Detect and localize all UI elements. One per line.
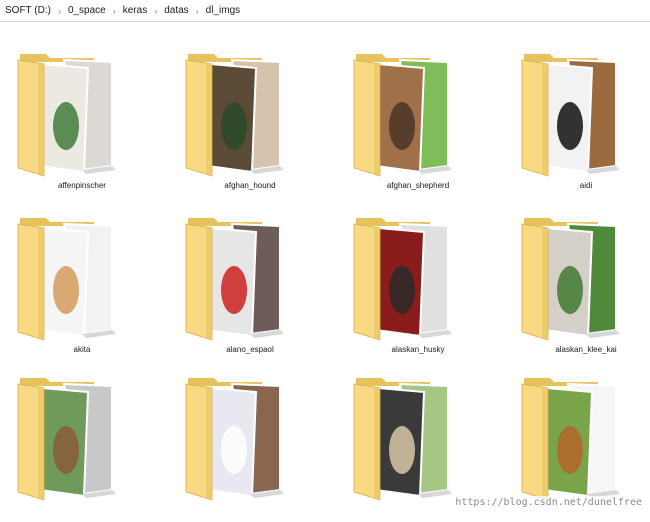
folder-item[interactable]: afghan_shepherd <box>338 38 498 198</box>
folder-item[interactable]: akita <box>2 202 162 362</box>
folder-item[interactable]: afghan_hound <box>170 38 330 198</box>
watermark: https://blog.csdn.net/dunelfree <box>453 496 644 509</box>
folder-icon <box>16 372 118 502</box>
folder-item[interactable]: aidi <box>506 38 650 198</box>
folder-item[interactable]: alaskan_klee_kai <box>506 202 650 362</box>
chevron-right-icon[interactable]: › <box>196 6 199 16</box>
breadcrumb-item[interactable]: 0_space <box>68 5 106 16</box>
folder-name: akita <box>73 345 91 354</box>
folder-item[interactable]: affenpinscher <box>2 38 162 198</box>
chevron-right-icon[interactable]: › <box>113 6 116 16</box>
folder-icon <box>184 48 286 178</box>
folder-icon <box>184 212 286 342</box>
folder-item[interactable] <box>2 362 162 522</box>
folder-item[interactable] <box>170 362 330 522</box>
breadcrumb-item[interactable]: keras <box>123 5 147 16</box>
folder-name: affenpinscher <box>58 181 106 190</box>
folder-icon <box>184 372 286 502</box>
folder-item[interactable]: alaskan_husky <box>338 202 498 362</box>
chevron-right-icon[interactable]: › <box>58 6 61 16</box>
folder-item[interactable]: alano_espaol <box>170 202 330 362</box>
folder-name: alaskan_husky <box>391 345 445 354</box>
folder-icon <box>16 212 118 342</box>
folder-name: afghan_hound <box>224 181 276 190</box>
folder-icon <box>16 48 118 178</box>
breadcrumb-item[interactable]: dl_imgs <box>206 5 240 16</box>
folder-icon <box>352 212 454 342</box>
file-grid: affenpinscher afghan_hound afghan_shepherd… <box>0 22 650 515</box>
folder-name: afghan_shepherd <box>386 181 450 190</box>
folder-icon <box>520 212 622 342</box>
folder-name: aidi <box>579 181 593 190</box>
folder-icon <box>520 48 622 178</box>
folder-name: alaskan_klee_kai <box>555 345 617 354</box>
folder-icon <box>352 372 454 502</box>
folder-name: alano_espaol <box>226 345 274 354</box>
folder-icon <box>352 48 454 178</box>
folder-icon <box>520 372 622 502</box>
breadcrumb-item[interactable]: SOFT (D:) <box>5 5 51 16</box>
chevron-right-icon[interactable]: › <box>154 6 157 16</box>
breadcrumb-item[interactable]: datas <box>164 5 188 16</box>
breadcrumb: SOFT (D:) › 0_space › keras › datas › dl_imgs <box>0 0 650 22</box>
